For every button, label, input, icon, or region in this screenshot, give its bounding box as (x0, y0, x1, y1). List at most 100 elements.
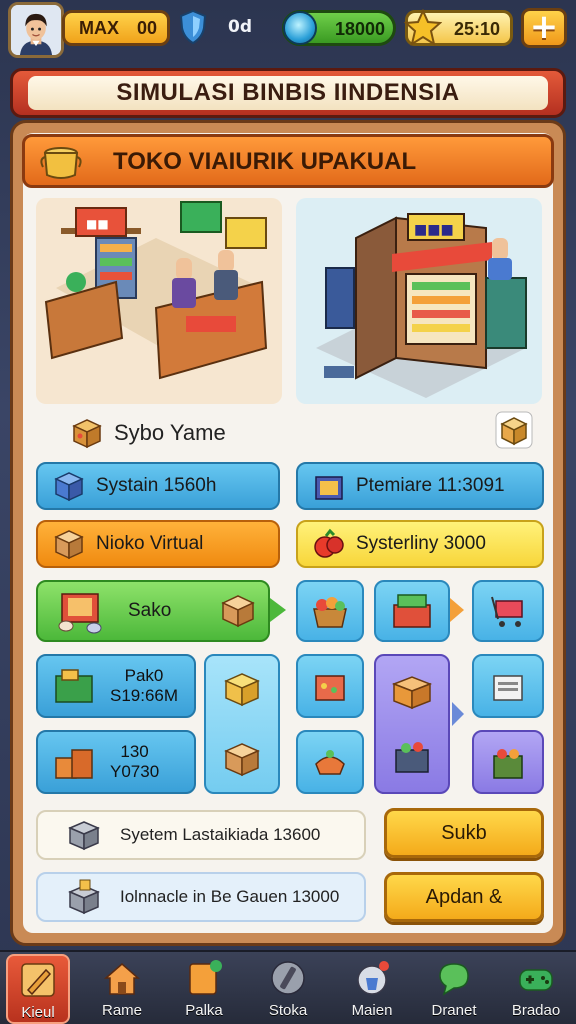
gem-icon (283, 11, 317, 45)
tomato-icon (314, 528, 344, 558)
player-name: MAX (79, 17, 119, 38)
bag-icon (357, 961, 389, 995)
svg-text:■■■: ■■■ (414, 222, 454, 238)
open-box-icon (68, 879, 100, 915)
pot-icon (40, 147, 82, 179)
shield-icon[interactable] (180, 10, 206, 44)
printer-tile[interactable] (472, 654, 544, 718)
produce-crate-tile[interactable] (374, 580, 450, 642)
apdan-button[interactable]: Apdan & (384, 872, 544, 922)
pencil-icon (21, 963, 55, 997)
star-counter[interactable]: 25:10 (404, 9, 513, 47)
money-value: 18000 (334, 19, 385, 39)
pako-line1: Pak0 (124, 666, 164, 685)
y0730-line1: 130 (120, 742, 149, 761)
cart-icon (491, 596, 523, 627)
box-icon (221, 595, 256, 628)
cart-tile[interactable] (472, 580, 544, 642)
blue-box-icon (54, 472, 84, 502)
stacked-boxes-icon (55, 749, 93, 779)
veggie-crate-tile[interactable] (472, 730, 544, 794)
arrow-right-icon (452, 702, 464, 726)
star-value: 25:10 (453, 19, 500, 39)
chat-icon (439, 963, 469, 996)
nav-item-rame[interactable]: Rame (90, 954, 154, 1024)
nav-label-dranet: Dranet (431, 1002, 477, 1019)
office-illustration[interactable]: ■■ (36, 198, 282, 404)
nav-label-rame: Rame (101, 1002, 142, 1019)
arrow-right-icon (270, 598, 286, 622)
shop-header: TOKO VIAIURIK UPAKUAL (22, 134, 554, 188)
nioko-virtual-label: Nioko Virtual (96, 533, 204, 554)
system-button-label: Systain 1560h (96, 475, 217, 496)
arrow-right-icon (450, 598, 464, 622)
top-bar: MAX 00 0d 18000 25:10 + (0, 0, 576, 60)
food-bowl-icon (315, 750, 345, 775)
produce-crate-icon (393, 594, 431, 628)
pako-line2: S19:66M (110, 686, 179, 705)
shield-value: 0d (228, 17, 252, 37)
green-crate-icon (55, 669, 93, 703)
cardboard-box-icon (54, 530, 84, 560)
controller-icon (519, 969, 553, 991)
bottom-nav: Kieul Rame Palka Stoka Maien Dranet Brad… (0, 950, 576, 1024)
tag-icon (189, 960, 222, 995)
crate-icon (72, 419, 102, 449)
pako-button[interactable]: Pak0 S19:66M (36, 654, 196, 718)
system-button[interactable]: Systain 1560h (36, 462, 280, 510)
y0730-button[interactable]: 130 Y0730 (36, 730, 196, 794)
systeminy-label: Systerliny 3000 (356, 533, 486, 554)
nav-label-maien: Maien (351, 1002, 393, 1019)
sako-label: Sako (128, 600, 172, 621)
add-currency-button[interactable]: + (521, 8, 567, 48)
food-tile[interactable] (296, 730, 364, 794)
money-counter[interactable]: 18000 (282, 10, 396, 46)
nav-label-bradao: Bradao (511, 1002, 561, 1019)
avatar[interactable] (8, 2, 64, 58)
player-level: 00 (137, 17, 158, 38)
nav-label-stoka: Stoka (268, 1002, 308, 1019)
nioko-virtual-button[interactable]: Nioko Virtual (36, 520, 280, 568)
nav-item-kieul[interactable]: Kieul (6, 954, 70, 1024)
system-info-text: Syetem Lastaikiada 13600 (120, 825, 321, 844)
sybo-label-row: Sybo Yame (70, 416, 226, 450)
house-icon (104, 963, 140, 995)
wrench-icon (271, 961, 305, 995)
nav-item-dranet[interactable]: Dranet (422, 954, 486, 1024)
shop-illustration[interactable]: ■■■ (296, 198, 542, 404)
box-column-tile[interactable] (204, 654, 280, 794)
title-banner: SIMULASI BINBIS IINDENSIA (10, 68, 566, 118)
premium-button[interactable]: Ptemiare 11:3091 (296, 462, 544, 510)
goods-box-icon (315, 675, 345, 701)
ionna-info-bar: Iolnnacle in Be Gauen 13000 (36, 872, 366, 922)
player-name-pill[interactable]: MAX 00 (62, 10, 170, 46)
nav-label-palka: Palka (185, 1002, 223, 1019)
system-info-bar: Syetem Lastaikiada 13600 (36, 810, 366, 860)
box-icon (224, 743, 260, 777)
ionna-info-text: Iolnnacle in Be Gauen 13000 (120, 887, 340, 906)
gray-box-icon (68, 821, 100, 851)
fruit-basket-icon (313, 597, 347, 628)
veggie-crate-icon (493, 749, 523, 779)
package-icon[interactable] (494, 410, 534, 450)
nav-item-bradao[interactable]: Bradao (504, 954, 568, 1024)
sybo-label: Sybo Yame (114, 420, 226, 445)
nav-label-kieul: Kieul (21, 1004, 55, 1021)
y0730-line2: Y0730 (110, 762, 160, 781)
orange-box-icon (391, 676, 433, 710)
pako-text: Pak0 S19:66M (110, 666, 178, 706)
systeminy-button[interactable]: Systerliny 3000 (296, 520, 544, 568)
nav-item-maien[interactable]: Maien (340, 954, 404, 1024)
svg-text:■■: ■■ (86, 217, 109, 231)
yellow-box-icon (224, 673, 260, 707)
y0730-text: 130 Y0730 (110, 742, 159, 782)
grocery-bin-icon (395, 742, 429, 773)
sukb-button[interactable]: Sukb (384, 808, 544, 858)
sako-button[interactable]: Sako (36, 580, 270, 642)
goods-tile-1[interactable] (296, 654, 364, 718)
nav-item-palka[interactable]: Palka (172, 954, 236, 1024)
nav-item-stoka[interactable]: Stoka (256, 954, 320, 1024)
shop-header-title: TOKO VIAIURIK UPAKUAL (113, 148, 417, 175)
fruit-basket-tile[interactable] (296, 580, 364, 642)
purple-column-tile[interactable] (374, 654, 450, 794)
